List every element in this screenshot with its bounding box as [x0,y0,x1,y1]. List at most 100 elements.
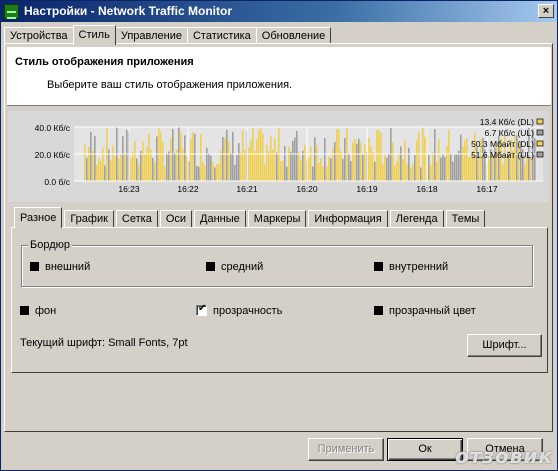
traffic-bar [158,128,160,181]
traffic-bar [364,144,366,181]
traffic-bar [134,141,136,181]
traffic-bar [328,156,330,181]
traffic-bar [442,154,444,181]
subtab-misc[interactable]: Разное [14,207,63,228]
traffic-bar [388,153,390,181]
app-icon [4,4,19,19]
outer-border-option[interactable]: внешний [30,261,90,273]
traffic-bar [360,142,362,181]
traffic-bar [280,161,282,181]
subtab-themes[interactable]: Темы [445,210,486,227]
traffic-bar [362,153,364,181]
traffic-bar [334,142,336,181]
legend-swatch [536,151,544,158]
traffic-bar [294,137,296,181]
subtab-info[interactable]: Информация [308,210,388,227]
traffic-bar [90,131,92,181]
tab-style[interactable]: Стиль [72,25,116,45]
traffic-bar [376,130,378,181]
traffic-bar [436,161,438,181]
traffic-bar [138,163,140,181]
tab-update[interactable]: Обновление [255,27,332,44]
traffic-bar [258,130,260,181]
transparency-checkbox[interactable] [196,303,207,316]
traffic-bar [444,157,446,181]
traffic-bar [466,137,468,181]
font-button[interactable]: Шрифт... [467,334,542,357]
traffic-bar [318,163,320,181]
tab-control[interactable]: Управление [114,27,188,44]
title-bar[interactable]: Настройки - Network Traffic Monitor × [1,1,557,22]
subtab-data[interactable]: Данные [194,210,246,227]
traffic-bar [330,158,332,181]
traffic-bar [398,154,400,181]
tab-devices[interactable]: Устройства [4,27,74,44]
traffic-bar [350,161,352,181]
traffic-bar [130,157,132,181]
main-tabs: Устройства Стиль Управление Статистика О… [4,25,332,45]
traffic-bar [290,151,292,181]
apply-button[interactable]: Применить [308,438,384,461]
traffic-bar [326,166,328,181]
traffic-bar [432,152,434,181]
traffic-bar [412,163,414,181]
middle-border-color-swatch[interactable] [206,262,215,271]
traffic-bar [372,151,374,181]
transparency-option[interactable]: прозрачность [196,303,283,317]
traffic-bar [126,129,128,181]
tab-statistics[interactable]: Статистика [186,27,257,44]
traffic-bar [120,154,122,181]
traffic-bar [338,129,340,181]
inner-border-option[interactable]: внутренний [374,261,448,273]
legend-swatch [536,118,544,125]
background-color-swatch[interactable] [20,306,29,315]
traffic-bar [464,140,466,181]
x-tick-label: 16:20 [296,184,318,194]
traffic-bar [342,158,344,181]
traffic-bar [226,129,228,181]
inner-border-color-swatch[interactable] [374,262,383,271]
traffic-bar [154,162,156,181]
middle-border-option[interactable]: средний [206,261,263,273]
transparency-label: прозрачность [213,305,283,317]
subtab-axes[interactable]: Оси [159,210,193,227]
traffic-bar [204,165,206,181]
close-button[interactable]: × [538,4,554,18]
traffic-bar [302,150,304,181]
traffic-bar [300,160,302,181]
traffic-bar [166,153,168,181]
background-option[interactable]: фон [20,305,56,317]
traffic-bar [450,153,452,181]
ok-button[interactable]: Ок [387,438,463,461]
traffic-bar [172,128,174,181]
traffic-bar [114,156,116,181]
subtab-legend[interactable]: Легенда [389,210,444,227]
traffic-bar [244,150,246,181]
traffic-bar [346,128,348,181]
traffic-bar [308,157,310,181]
traffic-bar [406,163,408,181]
traffic-bar [382,164,384,181]
traffic-bar [358,138,360,181]
traffic-bar [202,161,204,181]
traffic-bar [252,128,254,181]
subtab-grid[interactable]: Сетка [115,210,158,227]
traffic-bar [402,158,404,181]
traffic-bar [420,167,422,181]
traffic-bar [322,166,324,181]
transparent-color-option[interactable]: прозрачный цвет [374,305,476,317]
outer-border-color-swatch[interactable] [30,262,39,271]
traffic-bar [380,132,382,181]
subtab-markers[interactable]: Маркеры [247,210,307,227]
traffic-bar [194,133,196,181]
traffic-bar [394,165,396,181]
traffic-bar [100,161,102,181]
traffic-bar [352,142,354,181]
traffic-bar [310,146,312,181]
subtab-graph[interactable]: График [64,210,114,227]
traffic-bar [460,134,462,181]
traffic-bar [370,146,372,181]
transparent-color-swatch[interactable] [374,306,383,315]
traffic-bar [248,147,250,181]
traffic-bar [298,151,300,181]
